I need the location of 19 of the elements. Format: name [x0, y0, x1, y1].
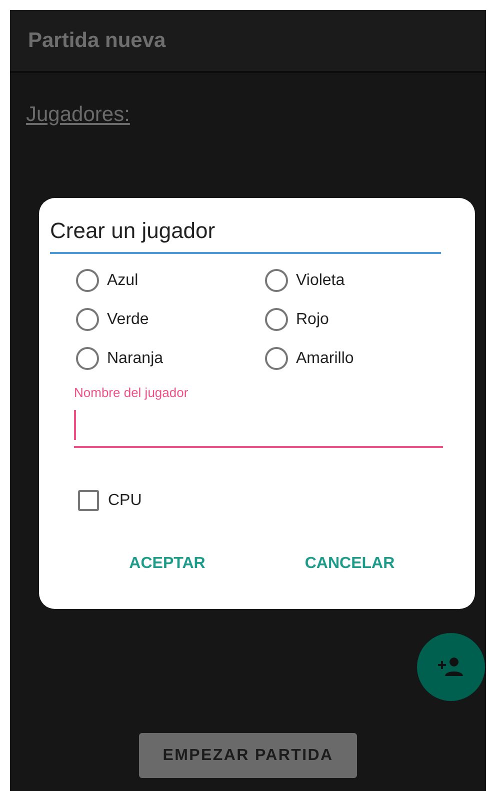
- radio-label: Rojo: [296, 310, 329, 328]
- color-radio[interactable]: Verde: [76, 306, 265, 333]
- players-heading: Jugadores:: [26, 103, 130, 126]
- app-title: Partida nueva: [28, 28, 166, 52]
- radio-label: Verde: [107, 310, 149, 328]
- radio-label: Azul: [107, 272, 138, 290]
- field-label: Nombre del jugador: [74, 385, 188, 400]
- add-person-icon: [438, 657, 464, 677]
- color-radio[interactable]: Violeta: [265, 267, 441, 294]
- checkbox-label: CPU: [108, 492, 142, 510]
- color-radio[interactable]: Amarillo: [265, 345, 441, 372]
- radio-label: Amarillo: [296, 350, 354, 368]
- dialog-title: Crear un jugador: [50, 218, 441, 254]
- radio-label: Naranja: [107, 350, 164, 368]
- radio-label: Violeta: [296, 272, 345, 290]
- color-radio[interactable]: Azul: [76, 267, 265, 294]
- color-radio[interactable]: Naranja: [76, 345, 265, 372]
- color-radio[interactable]: Rojo: [265, 306, 441, 333]
- cpu-checkbox[interactable]: CPU: [78, 490, 441, 511]
